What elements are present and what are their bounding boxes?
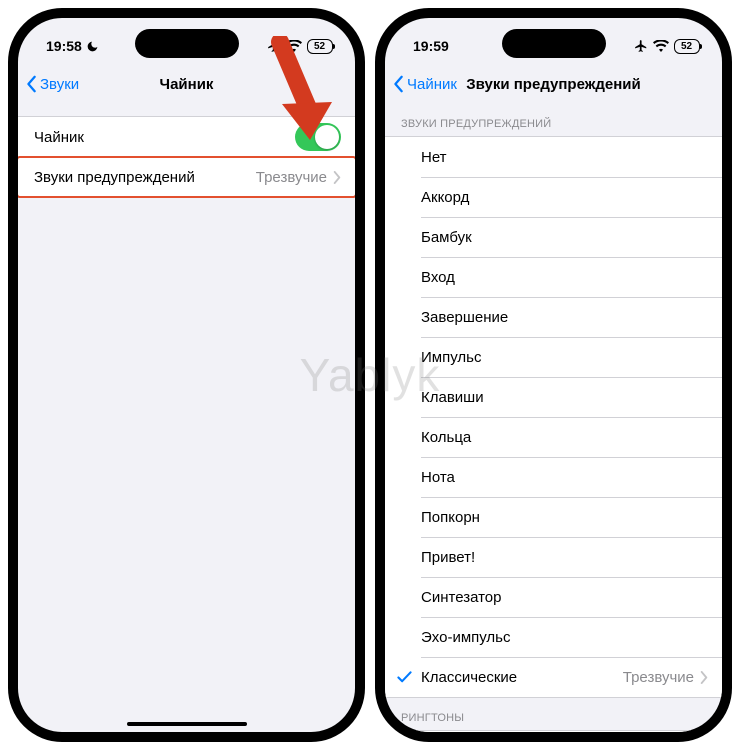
- cell-label: Нет: [421, 149, 447, 166]
- nav-bar: Звуки Чайник: [18, 64, 355, 104]
- chevron-right-icon: [700, 671, 708, 684]
- cell-label: Кольца: [421, 429, 471, 446]
- alert-sounds-row[interactable]: Звуки предупреждений Трезвучие: [18, 157, 355, 197]
- back-button[interactable]: Чайник: [393, 75, 457, 93]
- cell-label: Чайник: [34, 129, 84, 146]
- status-time: 19:59: [413, 38, 449, 54]
- dynamic-island: [502, 29, 606, 58]
- airplane-icon: [634, 39, 648, 53]
- cell-label: Попкорн: [421, 509, 480, 526]
- cell-label: Привет!: [421, 549, 475, 566]
- sound-row[interactable]: Кольца: [385, 417, 722, 457]
- cell-label: Аккорд: [421, 189, 469, 206]
- sound-row[interactable]: Импульс: [385, 337, 722, 377]
- section-header-ringtones: Рингтоны: [385, 698, 722, 730]
- cell-label: Вход: [421, 269, 455, 286]
- sound-row[interactable]: Клавиши: [385, 377, 722, 417]
- nav-bar: Чайник Звуки предупреждений: [385, 64, 722, 104]
- sound-row[interactable]: Завершение: [385, 297, 722, 337]
- cell-label: Классические: [421, 669, 517, 686]
- cell-label: Клавиши: [421, 389, 484, 406]
- back-label: Чайник: [407, 76, 457, 93]
- dnd-moon-icon: [86, 40, 99, 53]
- battery-indicator: 52: [307, 39, 333, 54]
- sound-row[interactable]: Вход: [385, 257, 722, 297]
- sound-row[interactable]: Привет!: [385, 537, 722, 577]
- chevron-right-icon: [333, 171, 341, 184]
- dynamic-island: [135, 29, 239, 58]
- cell-label: Бамбук: [421, 229, 472, 246]
- sound-row[interactable]: Нота: [385, 457, 722, 497]
- cell-detail: Трезвучие: [256, 169, 327, 186]
- cell-label: Синтезатор: [421, 589, 502, 606]
- airplane-icon: [267, 39, 281, 53]
- toggle-row-chainik[interactable]: Чайник: [18, 117, 355, 157]
- cell-label: Звуки предупреждений: [34, 169, 195, 186]
- toggle-switch[interactable]: [295, 123, 341, 151]
- back-button[interactable]: Звуки: [26, 75, 79, 93]
- phone-right: 19:59 52 Чайник Звуки предупреждений Зву…: [375, 8, 732, 742]
- ringtone-row[interactable]: Апекс: [385, 731, 722, 742]
- wifi-icon: [286, 40, 302, 52]
- checkmark-icon: [397, 670, 412, 684]
- cell-label: Импульс: [421, 349, 481, 366]
- status-time: 19:58: [46, 38, 82, 54]
- cell-detail: Трезвучие: [623, 669, 694, 686]
- sound-row[interactable]: Синтезатор: [385, 577, 722, 617]
- battery-indicator: 52: [674, 39, 700, 54]
- cell-label: Нота: [421, 469, 455, 486]
- sound-row[interactable]: Эхо-импульс: [385, 617, 722, 657]
- section-header-alert-sounds: Звуки предупреждений: [385, 104, 722, 136]
- back-label: Звуки: [40, 76, 79, 93]
- sound-row[interactable]: Аккорд: [385, 177, 722, 217]
- sound-row[interactable]: Бамбук: [385, 217, 722, 257]
- classic-sounds-row[interactable]: Классические Трезвучие: [385, 657, 722, 697]
- phone-left: 19:58 52 Звуки Чайник Чайник: [8, 8, 365, 742]
- cell-label: Завершение: [421, 309, 508, 326]
- wifi-icon: [653, 40, 669, 52]
- home-indicator: [127, 722, 247, 726]
- cell-label: Эхо-импульс: [421, 629, 511, 646]
- sound-row[interactable]: Нет: [385, 137, 722, 177]
- sound-row[interactable]: Попкорн: [385, 497, 722, 537]
